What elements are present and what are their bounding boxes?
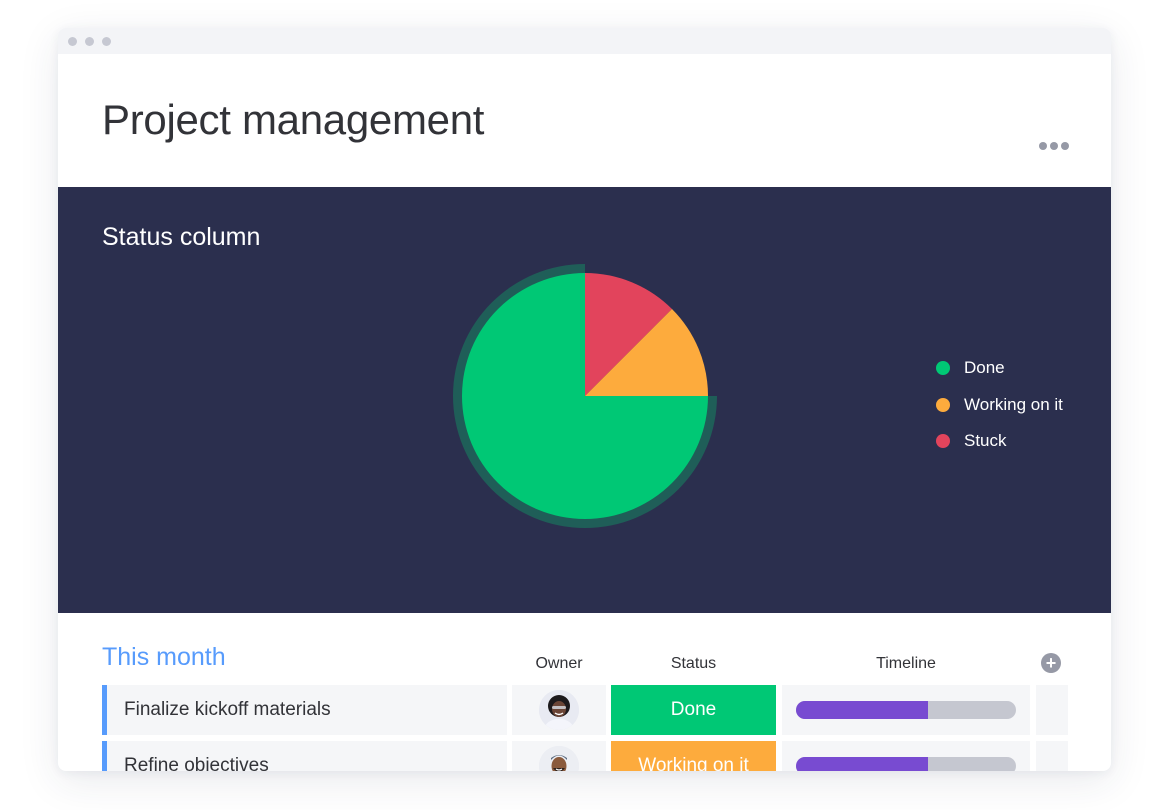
avatar — [539, 746, 579, 771]
empty-cell[interactable] — [1036, 741, 1068, 771]
avatar-man-icon — [539, 746, 579, 771]
legend-color-dot — [936, 434, 950, 449]
page-header: Project management — [58, 54, 1111, 187]
table-row[interactable]: Finalize kickoff materials Done — [102, 685, 1068, 735]
avatar-woman-icon — [539, 690, 579, 730]
avatar — [539, 690, 579, 730]
item-name[interactable]: Refine objectives — [102, 741, 507, 771]
page-title: Project management — [102, 96, 485, 143]
timeline-bar — [796, 701, 1016, 719]
window-titlebar — [58, 28, 1111, 54]
status-chart-widget: Status column Done Working on it Stuck — [58, 187, 1111, 613]
item-name[interactable]: Finalize kickoff materials — [102, 685, 507, 735]
owner-cell[interactable] — [512, 741, 606, 771]
add-column-button[interactable]: + — [1041, 653, 1061, 673]
ellipsis-icon — [1061, 142, 1069, 150]
legend-label: Done — [964, 358, 1005, 378]
chart-legend: Done Working on it Stuck — [936, 350, 1063, 460]
status-cell[interactable]: Working on it — [611, 741, 776, 771]
status-cell[interactable]: Done — [611, 685, 776, 735]
widget-title: Status column — [102, 223, 261, 251]
table-row[interactable]: Refine objectives Working on it — [102, 741, 1068, 771]
timeline-bar — [796, 757, 1016, 771]
column-header-owner[interactable]: Owner — [512, 655, 606, 673]
window-dot-icon[interactable] — [102, 36, 111, 46]
legend-label: Stuck — [964, 431, 1007, 451]
pie-chart — [453, 264, 717, 528]
legend-label: Working on it — [964, 394, 1063, 414]
timeline-cell[interactable] — [782, 685, 1030, 735]
legend-item-working-on-it[interactable]: Working on it — [936, 387, 1063, 424]
ellipsis-icon — [1050, 142, 1058, 150]
more-options-button[interactable] — [1039, 142, 1069, 150]
window-dot-icon[interactable] — [68, 36, 77, 46]
ellipsis-icon — [1039, 142, 1047, 150]
column-header-status[interactable]: Status — [611, 655, 776, 673]
plus-circle-icon: + — [1045, 653, 1057, 673]
legend-color-dot — [936, 397, 950, 412]
empty-cell[interactable] — [1036, 685, 1068, 735]
group-title[interactable]: This month — [102, 643, 226, 672]
app-window: Project management Status column Done Wo… — [58, 28, 1111, 771]
column-header-timeline[interactable]: Timeline — [782, 655, 1030, 673]
timeline-progress — [796, 701, 928, 719]
timeline-progress — [796, 757, 928, 771]
legend-item-done[interactable]: Done — [936, 350, 1063, 387]
timeline-cell[interactable] — [782, 741, 1030, 771]
legend-color-dot — [936, 361, 950, 376]
window-dot-icon[interactable] — [85, 36, 94, 46]
owner-cell[interactable] — [512, 685, 606, 735]
legend-item-stuck[interactable]: Stuck — [936, 423, 1063, 460]
